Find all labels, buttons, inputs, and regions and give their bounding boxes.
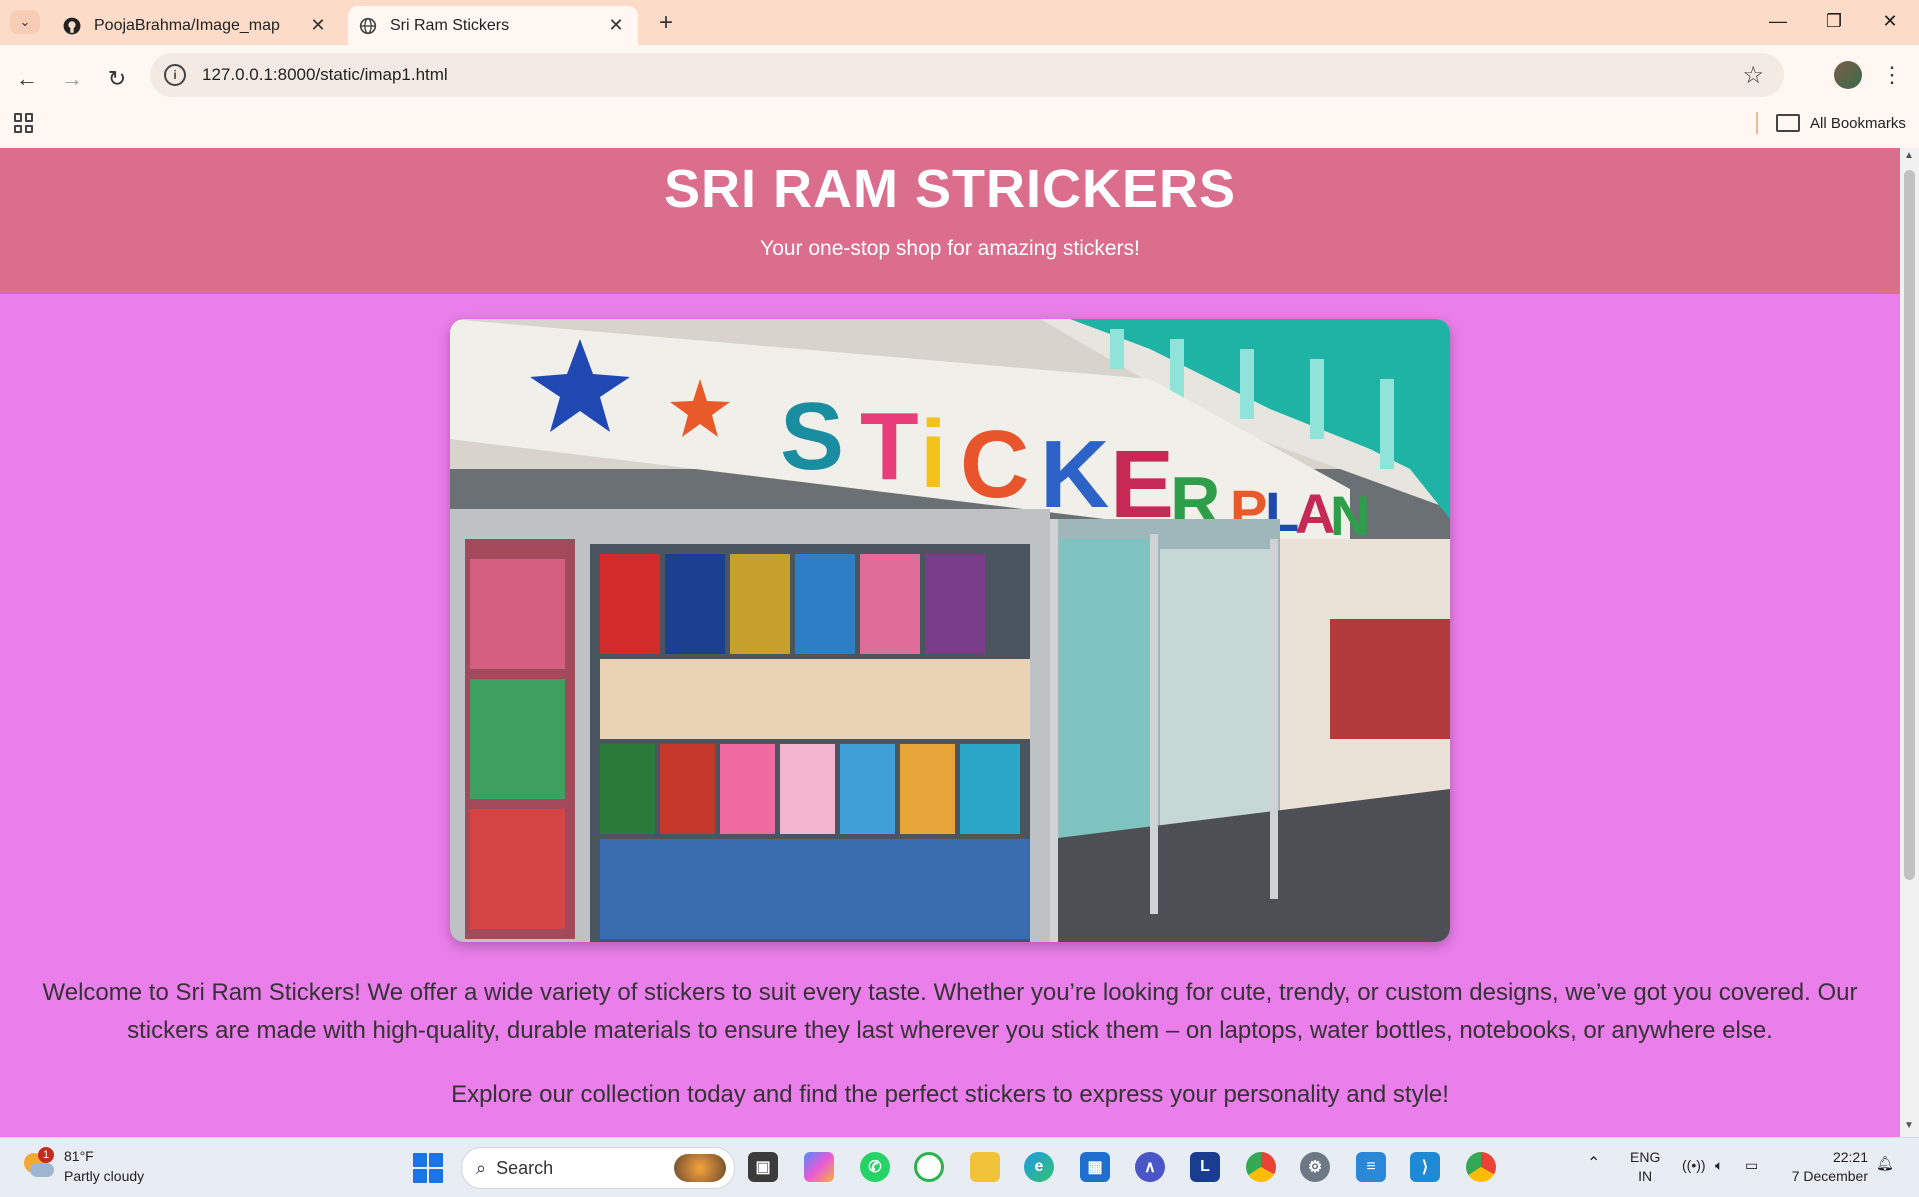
l-app-icon[interactable]: L xyxy=(1190,1152,1220,1182)
tab-title: PoojaBrahma/Image_map xyxy=(94,16,280,34)
page-viewport: SRI RAM STRICKERS Your one-stop shop for… xyxy=(0,148,1900,1137)
tab-sri-ram-stickers[interactable]: Sri Ram Stickers ✕ xyxy=(348,6,638,45)
github-icon xyxy=(62,16,82,36)
notifications-icon[interactable]: 🔔︎ xyxy=(1876,1154,1894,1173)
window-close-icon[interactable]: ✕ xyxy=(1862,0,1918,42)
clock[interactable]: 22:21 7 December xyxy=(1784,1148,1868,1186)
svg-text:K: K xyxy=(1040,421,1109,528)
chrome-icon[interactable] xyxy=(1246,1152,1276,1182)
settings-icon[interactable]: ⚙ xyxy=(1300,1152,1330,1182)
back-icon[interactable]: ← xyxy=(10,62,44,96)
bookmark-star-icon[interactable]: ☆ xyxy=(1742,61,1764,90)
lang-top: ENG xyxy=(1630,1149,1661,1165)
notepad-icon[interactable]: ≡ xyxy=(1356,1152,1386,1182)
weather-widget[interactable]: 1 81°F Partly cloudy xyxy=(20,1146,144,1186)
clock-date: 7 December xyxy=(1791,1168,1868,1184)
wifi-icon[interactable]: ((•)) xyxy=(1682,1156,1706,1175)
scroll-up-icon[interactable]: ▲ xyxy=(1904,150,1914,161)
battery-icon[interactable]: ▭ xyxy=(1745,1156,1758,1175)
lang-bottom: IN xyxy=(1638,1168,1653,1184)
reload-icon[interactable]: ↻ xyxy=(100,62,134,96)
weather-condition: Partly cloudy xyxy=(64,1168,145,1184)
minimize-icon[interactable]: — xyxy=(1750,0,1806,42)
apps-grid-icon[interactable] xyxy=(14,113,34,133)
site-header: SRI RAM STRICKERS Your one-stop shop for… xyxy=(0,148,1900,294)
storefront-illustration: S T i C K E R P L A N xyxy=(450,319,1450,942)
search-icon: ⌕ xyxy=(476,1157,487,1178)
weather-badge: 1 xyxy=(38,1147,54,1163)
address-bar[interactable]: i 127.0.0.1:8000/static/imap1.html ☆ xyxy=(150,53,1784,97)
store-icon[interactable]: ▦ xyxy=(1080,1152,1110,1182)
windows-taskbar: 1 81°F Partly cloudy ⌕ Search ▣ ✆ e ▦ ∧ … xyxy=(0,1137,1919,1197)
tab-title: Sri Ram Stickers xyxy=(390,16,510,34)
forward-icon[interactable]: → xyxy=(55,62,89,96)
svg-text:S: S xyxy=(780,383,844,490)
volume-icon[interactable]: 🔈︎ xyxy=(1715,1156,1723,1175)
taskbar-search[interactable]: ⌕ Search xyxy=(461,1147,735,1189)
windows-start-icon[interactable] xyxy=(413,1153,443,1183)
browser-menu-icon[interactable]: ⋮ xyxy=(1880,58,1904,92)
partly-cloudy-icon: 1 xyxy=(20,1147,54,1181)
svg-text:T: T xyxy=(860,393,919,500)
language-indicator[interactable]: ENG IN xyxy=(1630,1148,1660,1186)
refresh-app-icon[interactable] xyxy=(914,1152,944,1182)
search-highlight-icon xyxy=(674,1154,726,1182)
bookmarks-divider xyxy=(1756,112,1758,134)
tab-search-button[interactable]: ⌄ xyxy=(10,10,40,34)
taskbar-search-label: Search xyxy=(496,1157,554,1178)
clock-time: 22:21 xyxy=(1832,1149,1868,1165)
all-bookmarks-button[interactable]: All Bookmarks xyxy=(1776,110,1906,136)
all-bookmarks-label: All Bookmarks xyxy=(1810,114,1906,132)
task-view-icon[interactable]: ▣ xyxy=(748,1152,778,1182)
chrome-profile-icon[interactable] xyxy=(1466,1152,1496,1182)
scrollbar-thumb[interactable] xyxy=(1904,170,1915,880)
sticker-shop-photo[interactable]: S T i C K E R P L A N xyxy=(450,319,1450,942)
welcome-paragraph: Welcome to Sri Ram Stickers! We offer a … xyxy=(42,979,1858,1044)
svg-text:i: i xyxy=(920,401,947,508)
file-explorer-icon[interactable] xyxy=(970,1152,1000,1182)
tab-github[interactable]: PoojaBrahma/Image_map ✕ xyxy=(52,6,340,45)
close-icon[interactable]: ✕ xyxy=(306,14,330,38)
site-title: SRI RAM STRICKERS xyxy=(663,159,1237,219)
weather-temp: 81°F xyxy=(64,1148,94,1164)
url-text[interactable]: 127.0.0.1:8000/static/imap1.html xyxy=(202,65,448,85)
scroll-down-icon[interactable]: ▼ xyxy=(1904,1120,1914,1131)
edge-icon[interactable]: e xyxy=(1024,1152,1054,1182)
close-icon[interactable]: ✕ xyxy=(604,14,628,38)
folder-icon xyxy=(1776,114,1800,132)
profile-avatar[interactable] xyxy=(1834,61,1862,89)
copilot-icon[interactable] xyxy=(804,1152,834,1182)
explore-paragraph: Explore our collection today and find th… xyxy=(451,1081,1449,1108)
restore-icon[interactable]: ❐ xyxy=(1806,0,1862,42)
svg-text:C: C xyxy=(960,411,1029,518)
whatsapp-icon[interactable]: ✆ xyxy=(860,1152,890,1182)
svg-text:N: N xyxy=(1330,484,1370,547)
site-tagline: Your one-stop shop for amazing stickers! xyxy=(760,237,1140,260)
show-hidden-icons[interactable]: ⌃ xyxy=(1587,1154,1600,1173)
tab-strip: ⌄ PoojaBrahma/Image_map ✕ Sri Ram Sticke… xyxy=(0,0,1919,45)
page-scrollbar[interactable]: ▲ ▼ xyxy=(1900,148,1919,1137)
vscode-icon[interactable]: ⟩ xyxy=(1410,1152,1440,1182)
site-info-icon[interactable]: i xyxy=(164,64,186,86)
new-tab-button[interactable]: + xyxy=(652,9,680,37)
globe-icon xyxy=(358,16,378,36)
vpn-icon[interactable]: ∧ xyxy=(1135,1152,1165,1182)
